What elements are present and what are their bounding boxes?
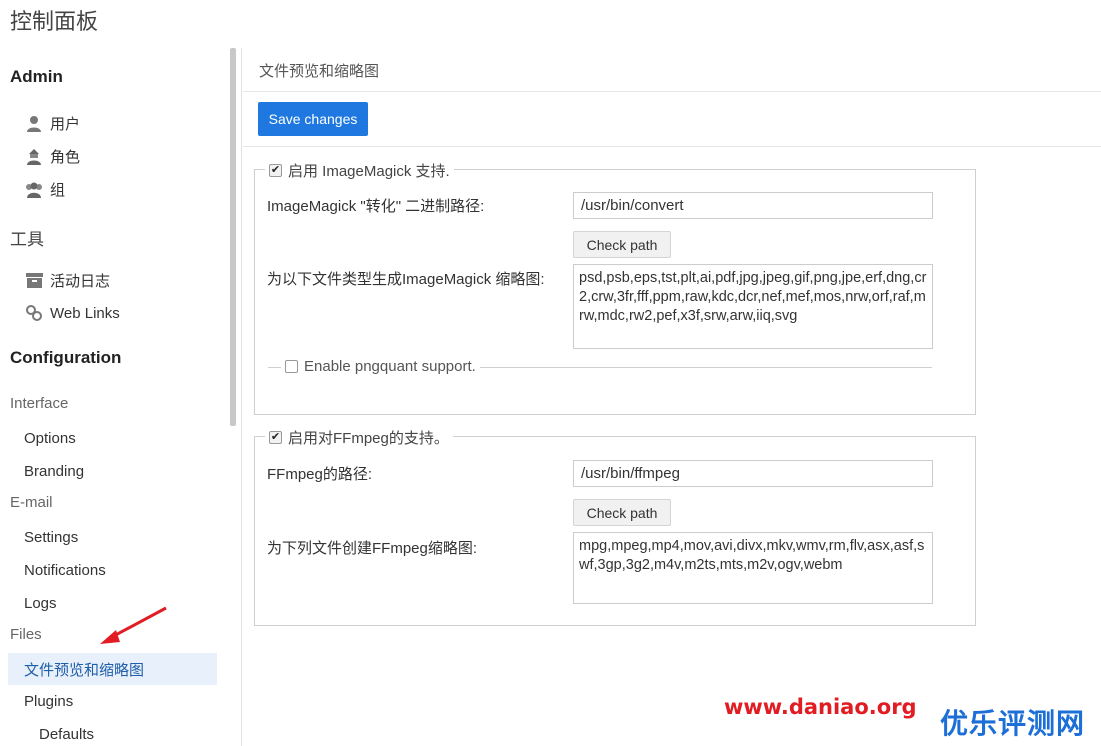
pngquant-label: Enable pngquant support. [304,358,476,375]
sidebar-item-web-links[interactable]: Web Links [24,302,120,324]
imagemagick-path-input[interactable] [573,192,933,219]
ffmpeg-types-textarea[interactable]: mpg,mpeg,mp4,mov,avi,divx,mkv,wmv,rm,flv… [573,532,933,604]
archive-icon [24,271,44,289]
sidebar-section-tools: 工具 [10,230,44,249]
sidebar-item-logs[interactable]: Logs [24,592,57,614]
sidebar-item-groups[interactable]: 组 [24,178,65,200]
sidebar-divider [241,48,242,746]
sidebar-heading-email: E-mail [10,494,53,511]
sidebar-heading-files: Files [10,626,42,643]
ffmpeg-types-label: 为下列文件创建FFmpeg缩略图: [267,540,478,557]
sidebar-item-branding[interactable]: Branding [24,460,84,482]
imagemagick-check-path-button[interactable]: Check path [573,231,671,258]
user-icon [24,114,44,132]
ffmpeg-check-path-button[interactable]: Check path [573,499,671,526]
link-icon [24,304,44,322]
sidebar-item-label: Defaults [39,725,95,743]
sidebar-section-admin: Admin [10,67,63,86]
sidebar-item-options[interactable]: Options [24,427,76,449]
sidebar-heading-interface: Interface [10,395,69,412]
sidebar-item-label: Plugins [24,692,74,710]
divider [243,91,1101,92]
sidebar-item-notifications[interactable]: Notifications [24,559,106,581]
group-icon [24,180,44,198]
imagemagick-path-label: ImageMagick "转化" 二进制路径: [267,198,485,215]
sidebar-item-users[interactable]: 用户 [24,112,80,134]
ffmpeg-legend-label: 启用对FFmpeg的支持。 [288,430,449,447]
page-title: 控制面板 [10,10,99,35]
sidebar-scrollbar[interactable] [230,48,236,426]
watermark-brand: 优乐评测网 [940,707,1086,740]
imagemagick-types-label: 为以下文件类型生成ImageMagick 缩略图: [267,271,545,288]
sidebar-item-label: 用户 [50,115,81,133]
sidebar-item-plugins[interactable]: Plugins [24,690,73,712]
divider [243,146,1101,147]
role-icon [24,147,44,165]
sidebar-item-roles[interactable]: 角色 [24,145,80,167]
sidebar-item-label: 组 [50,181,66,199]
watermark-site: www.daniao.org [724,695,917,719]
ffmpeg-path-input[interactable] [573,460,933,487]
sidebar-item-label: Branding [24,462,85,480]
imagemagick-legend-label: 启用 ImageMagick 支持. [288,163,450,180]
sidebar-section-configuration: Configuration [10,348,122,367]
sidebar-item-activity-log[interactable]: 活动日志 [24,269,110,291]
sidebar-item-label: Settings [24,528,79,546]
pngquant-checkbox[interactable] [285,360,298,373]
imagemagick-enable-checkbox[interactable]: ✔ [269,164,282,177]
imagemagick-types-textarea[interactable]: psd,psb,eps,tst,plt,ai,pdf,jpg,jpeg,gif,… [573,264,933,349]
ffmpeg-path-label: FFmpeg的路径: [267,466,373,483]
pngquant-legend: Enable pngquant support. [281,358,480,375]
save-changes-button[interactable]: Save changes [258,102,368,136]
imagemagick-legend: ✔ 启用 ImageMagick 支持. [265,160,454,181]
annotation-arrow-icon [100,606,167,644]
sidebar-item-label: 文件预览和缩略图 [24,661,145,679]
sidebar-item-label: 活动日志 [50,272,111,290]
section-heading: 文件预览和缩略图 [259,63,380,80]
sidebar-item-defaults[interactable]: Defaults [39,723,94,745]
ffmpeg-enable-checkbox[interactable]: ✔ [269,431,282,444]
sidebar-item-label: Options [24,429,76,447]
sidebar-item-label: 角色 [50,148,81,166]
sidebar-item-label: Logs [24,594,57,612]
sidebar-item-file-previews[interactable]: 文件预览和缩略图 [8,653,217,685]
sidebar-item-settings[interactable]: Settings [24,526,78,548]
sidebar-item-label: Web Links [50,304,120,322]
ffmpeg-legend: ✔ 启用对FFmpeg的支持。 [265,427,453,448]
sidebar-item-label: Notifications [24,561,106,579]
